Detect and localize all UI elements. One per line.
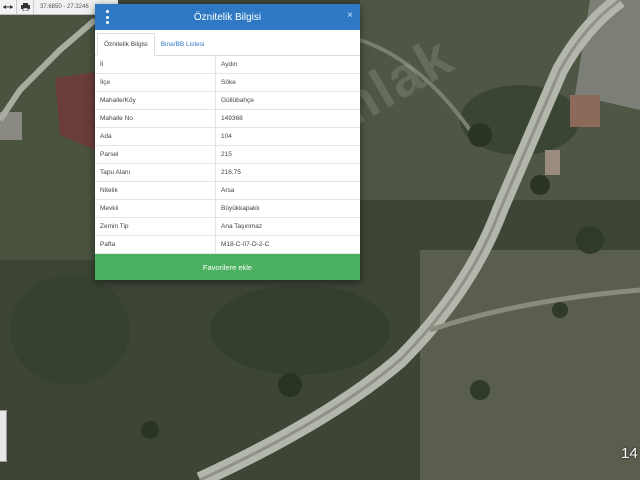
table-row: Nitelik Arsa: [95, 181, 360, 200]
table-row: Ada 104: [95, 127, 360, 146]
row-value: Arsa: [215, 181, 360, 200]
row-key: Zemin Tip: [95, 217, 216, 236]
table-row: Parsel 215: [95, 145, 360, 164]
dialog-tabs: Öznitelik Bilgisi Bina/BB Listesi: [95, 30, 360, 56]
row-value: Aydın: [215, 56, 360, 74]
dialog-header: Öznitelik Bilgisi ×: [95, 4, 360, 30]
row-key: Parsel: [95, 145, 216, 164]
resize-icon[interactable]: [0, 0, 17, 14]
attribute-table: İl Aydın İlçe Söke Mahalle/Köy Güllübahçe M…: [95, 56, 360, 254]
kebab-menu-icon[interactable]: [103, 10, 111, 24]
row-key: İl: [95, 56, 216, 74]
table-row: İl Aydın: [95, 56, 360, 74]
row-value: 149368: [215, 109, 360, 128]
table-row: Tapu Alanı 216,75: [95, 163, 360, 182]
row-value: M18-C-07-D-2-C: [215, 235, 360, 254]
row-value: 216,75: [215, 163, 360, 182]
close-icon[interactable]: ×: [347, 10, 353, 21]
row-key: İlçe: [95, 73, 216, 92]
side-panel-handle[interactable]: [0, 410, 7, 462]
row-value: 104: [215, 127, 360, 146]
table-row: İlçe Söke: [95, 73, 360, 92]
coordinates-readout: 37.6850 - 27.3246: [40, 4, 89, 10]
tab-attribute-info[interactable]: Öznitelik Bilgisi: [97, 33, 155, 56]
attribute-dialog: Öznitelik Bilgisi × Öznitelik Bilgisi Bi…: [95, 4, 360, 280]
row-key: Ada: [95, 127, 216, 146]
row-value: Ana Taşınmaz: [215, 217, 360, 236]
row-value: Büyükkapaklı: [215, 199, 360, 218]
add-favorites-button[interactable]: Favorilere ekle: [95, 254, 360, 280]
row-value: Güllübahçe: [215, 91, 360, 110]
print-icon[interactable]: [17, 0, 34, 14]
dialog-title: Öznitelik Bilgisi: [193, 11, 262, 23]
zoom-level: 14: [621, 445, 638, 462]
row-key: Tapu Alanı: [95, 163, 216, 182]
table-row: Zemin Tip Ana Taşınmaz: [95, 217, 360, 236]
row-value: 215: [215, 145, 360, 164]
row-key: Mevkii: [95, 199, 216, 218]
row-key: Nitelik: [95, 181, 216, 200]
tab-building-list[interactable]: Bina/BB Listesi: [155, 34, 211, 55]
table-row: Mevkii Büyükkapaklı: [95, 199, 360, 218]
row-key: Mahalle No: [95, 109, 216, 128]
row-key: Mahalle/Köy: [95, 91, 216, 110]
table-row: Mahalle/Köy Güllübahçe: [95, 91, 360, 110]
row-value: Söke: [215, 73, 360, 92]
row-key: Pafta: [95, 235, 216, 254]
table-row: Pafta M18-C-07-D-2-C: [95, 235, 360, 254]
table-row: Mahalle No 149368: [95, 109, 360, 128]
